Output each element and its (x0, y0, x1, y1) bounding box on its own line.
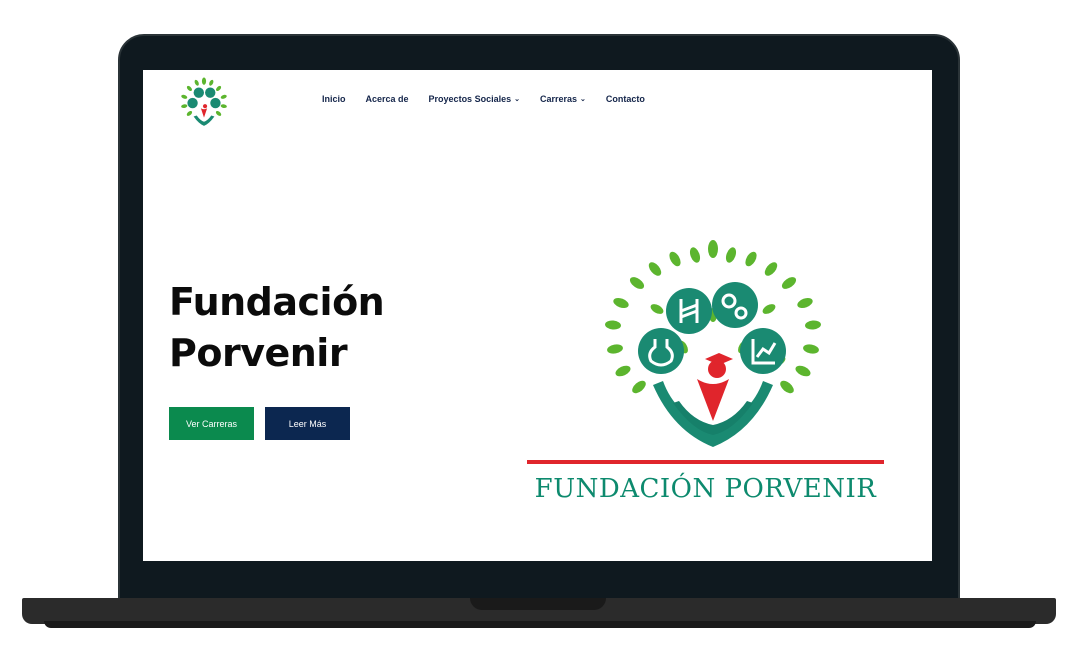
nav-item-carreras[interactable]: Carreras ⌄ (540, 94, 586, 104)
hero-title-line-2: Porvenir (169, 331, 348, 375)
website-screen: Inicio Acerca de Proyectos Sociales ⌄ Ca… (143, 70, 932, 561)
nav-item-label: Carreras (539, 94, 577, 104)
chevron-down-icon: ⌄ (514, 96, 520, 103)
chevron-down-icon: ⌄ (580, 96, 586, 103)
laptop-notch (470, 598, 606, 610)
nav-item-inicio[interactable]: Inicio (322, 94, 346, 104)
nav-item-label: Contacto (605, 94, 645, 104)
leer-mas-button[interactable]: Leer Más (265, 407, 350, 440)
hero-title: Fundación Porvenir (169, 277, 469, 379)
brand-logo-icon (605, 240, 821, 447)
nav-item-label: Acerca de (365, 94, 409, 104)
brand-name: FUNDACIÓN PORVENIR (534, 474, 877, 504)
nav-logo-icon[interactable] (176, 76, 232, 128)
nav-item-acerca-de[interactable]: Acerca de (366, 94, 409, 104)
nav-item-label: Inicio (322, 94, 346, 104)
nav-item-contacto[interactable]: Contacto (606, 94, 645, 104)
nav-item-label: Proyectos Sociales (428, 94, 512, 104)
ver-carreras-button[interactable]: Ver Carreras (169, 407, 254, 440)
main-nav: Inicio Acerca de Proyectos Sociales ⌄ Ca… (322, 94, 665, 104)
hero-title-line-1: Fundación (169, 280, 385, 324)
nav-item-proyectos-sociales[interactable]: Proyectos Sociales ⌄ (429, 94, 520, 104)
laptop-base-shadow (44, 621, 1036, 628)
brand-divider (527, 460, 884, 464)
